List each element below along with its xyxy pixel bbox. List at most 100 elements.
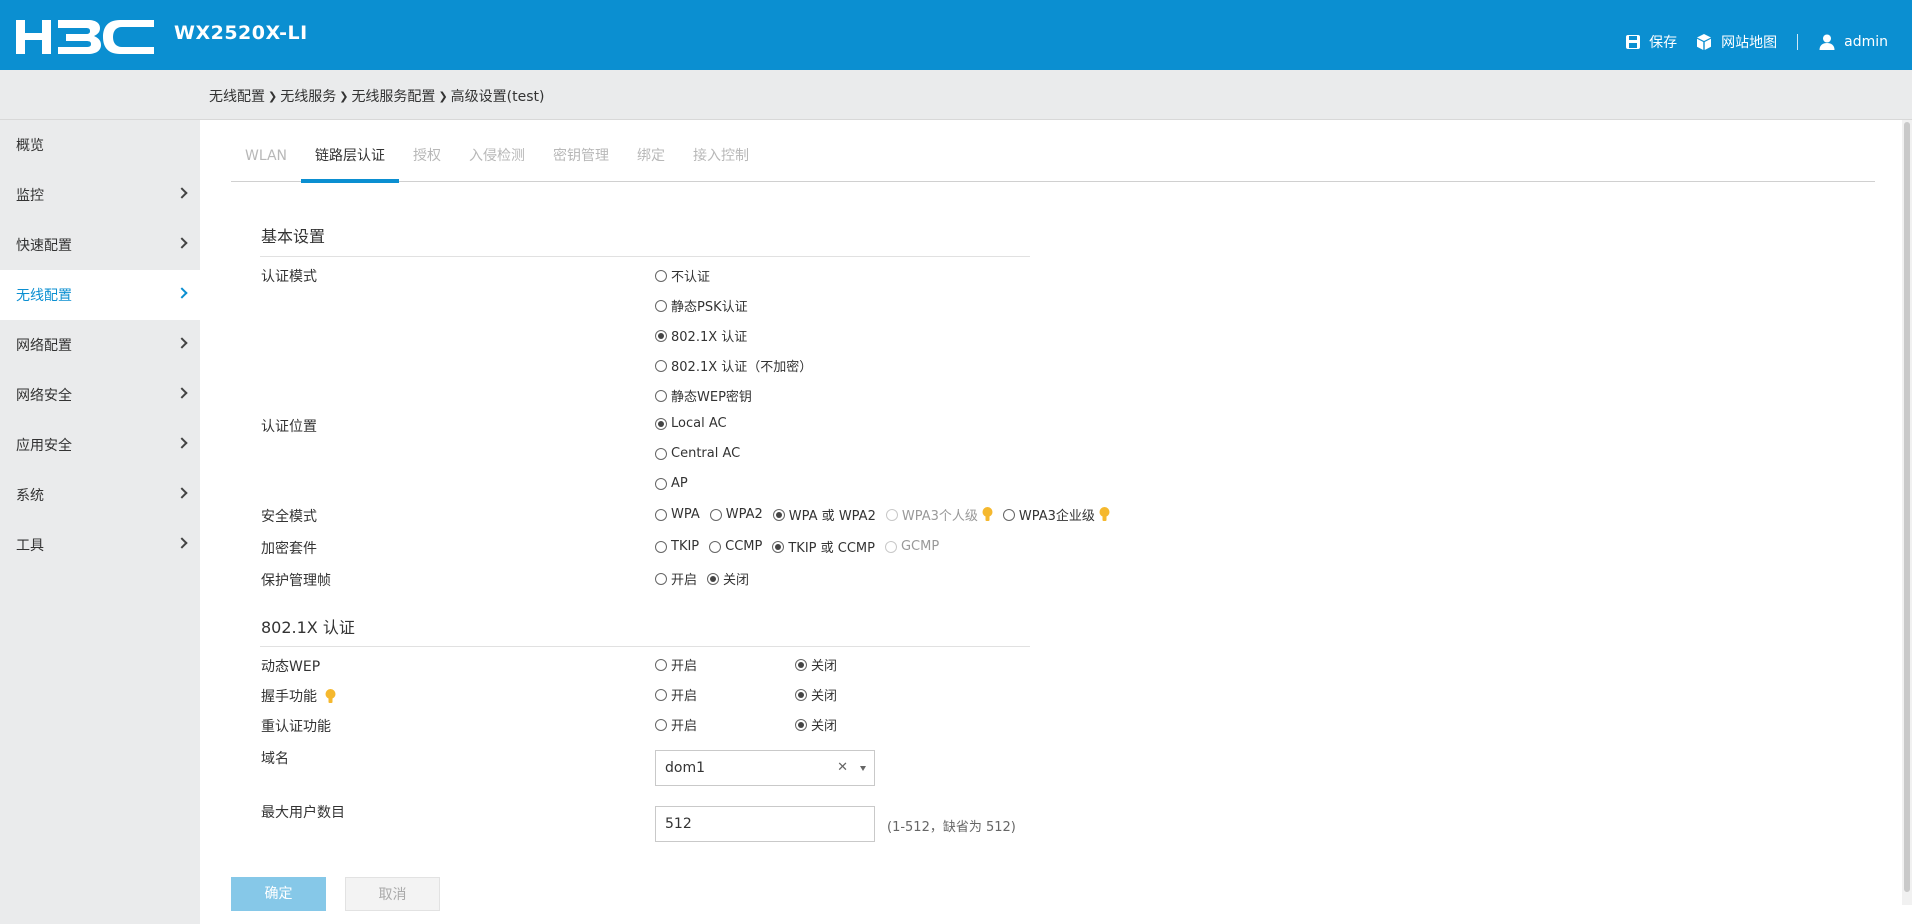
breadcrumb-current: 高级设置(test) [450, 89, 545, 105]
security-mode-wpa2-radio[interactable]: WPA2 [709, 507, 763, 522]
reauth-on-radio[interactable]: 开启 [655, 715, 785, 734]
option-label: 802.1X 认证（不加密） [671, 360, 813, 375]
sidebar-item-system[interactable]: 系统 [0, 470, 200, 520]
max-users-label: 最大用户数目 [261, 805, 345, 821]
sidebar-item-monitor[interactable]: 监控 [0, 170, 200, 220]
radio-icon [1002, 508, 1015, 521]
lightbulb-tip-icon[interactable] [982, 507, 993, 522]
auth-mode-none-radio[interactable]: 不认证 [655, 266, 710, 285]
chevron-right-icon [176, 487, 188, 499]
sidebar-item-network[interactable]: 网络配置 [0, 320, 200, 370]
cancel-button[interactable]: 取消 [345, 877, 440, 911]
security-mode-wpa-radio[interactable]: WPA [655, 507, 700, 522]
section-title-dot1x: 802.1X 认证 [261, 618, 355, 637]
chevron-right-icon [176, 537, 188, 549]
option-label: WPA2 [725, 507, 763, 522]
breadcrumb-item[interactable]: 无线服务配置 [351, 86, 435, 106]
radio-checked-icon [795, 658, 807, 671]
handshake-label: 握手功能 [261, 686, 336, 706]
radio-icon [885, 508, 898, 521]
sidebar-item-network-security[interactable]: 网络安全 [0, 370, 200, 420]
option-label: WPA [671, 507, 700, 522]
sidebar-item-overview[interactable]: 概览 [0, 120, 200, 170]
header-divider [1797, 34, 1799, 50]
radio-checked-icon [795, 718, 807, 731]
user-menu[interactable]: admin [1818, 33, 1888, 51]
sidebar-item-app-security[interactable]: 应用安全 [0, 420, 200, 470]
auth-location-central-radio[interactable]: Central AC [655, 446, 740, 461]
option-label: WPA3企业级 [1018, 509, 1095, 524]
option-label: Central AC [671, 446, 741, 461]
lightbulb-tip-icon[interactable] [1099, 507, 1110, 522]
chevron-right-icon [176, 387, 188, 399]
radio-icon [655, 718, 667, 731]
save-label: 保存 [1649, 35, 1678, 51]
section-title-basic: 基本设置 [261, 227, 326, 246]
option-label: 开启 [671, 689, 698, 704]
sitemap-button[interactable]: 网站地图 [1695, 32, 1777, 52]
save-button[interactable]: 保存 [1625, 32, 1677, 52]
auth-mode-wep-radio[interactable]: 静态WEP密钥 [655, 386, 752, 405]
vertical-scrollbar[interactable] [1902, 120, 1912, 905]
security-mode-wpa-or-wpa2-radio[interactable]: WPA 或 WPA2 [772, 505, 876, 524]
cipher-tkip-or-ccmp-radio[interactable]: TKIP 或 CCMP [772, 537, 875, 556]
tab-link-auth[interactable]: 链路层认证 [301, 136, 400, 183]
breadcrumb: 无线配置 ❯ 无线服务 ❯ 无线服务配置 ❯ 高级设置(test) [209, 86, 544, 106]
auth-mode-label: 认证模式 [261, 269, 317, 285]
handshake-on-radio[interactable]: 开启 [655, 685, 785, 704]
security-mode-wpa3-enterprise-radio[interactable]: WPA3企业级 [1002, 505, 1110, 524]
auth-mode-dot1x-noencrypt-radio[interactable]: 802.1X 认证（不加密） [655, 356, 812, 375]
auth-location-local-radio[interactable]: Local AC [655, 416, 727, 431]
option-label: GCMP [900, 539, 940, 554]
sidebar-item-label: 工具 [16, 538, 44, 554]
chevron-right-icon [176, 287, 188, 299]
radio-checked-icon [655, 329, 667, 342]
breadcrumb-item[interactable]: 无线配置 [209, 86, 265, 106]
scrollbar-thumb[interactable] [1904, 122, 1910, 892]
domain-select[interactable]: dom1 ✕ [655, 750, 875, 786]
lightbulb-tip-icon[interactable] [325, 688, 336, 704]
dynamic-wep-on-radio[interactable]: 开启 [655, 655, 785, 674]
tab-wlan[interactable]: WLAN [231, 136, 301, 182]
reauth-off-radio[interactable]: 关闭 [795, 715, 837, 734]
option-label: AP [671, 476, 688, 491]
clear-icon[interactable]: ✕ [837, 751, 848, 785]
section-divider [260, 256, 1030, 257]
tab-authorization[interactable]: 授权 [399, 136, 455, 182]
sidebar-item-quick-setup[interactable]: 快速配置 [0, 220, 200, 270]
option-label: Local AC [671, 416, 727, 431]
sidebar-item-label: 监控 [16, 188, 44, 204]
sidebar-item-wireless[interactable]: 无线配置 [0, 270, 200, 320]
radio-checked-icon [707, 572, 720, 585]
tab-access-control[interactable]: 接入控制 [679, 136, 763, 182]
cipher-tkip-radio[interactable]: TKIP [655, 539, 699, 554]
radio-icon [655, 269, 667, 282]
chevron-down-icon[interactable] [860, 766, 866, 771]
tab-binding[interactable]: 绑定 [623, 136, 679, 182]
sidebar-item-tools[interactable]: 工具 [0, 520, 200, 570]
breadcrumb-item[interactable]: 无线服务 [280, 86, 336, 106]
auth-mode-dot1x-radio[interactable]: 802.1X 认证 [655, 326, 747, 345]
section-divider [260, 646, 1030, 647]
radio-icon [655, 389, 667, 402]
cipher-ccmp-radio[interactable]: CCMP [709, 539, 762, 554]
domain-select-value: dom1 [665, 760, 705, 776]
dynamic-wep-off-radio[interactable]: 关闭 [795, 655, 837, 674]
ok-button[interactable]: 确定 [231, 877, 326, 911]
main-content: WLAN 链路层认证 授权 入侵检测 密钥管理 绑定 接入控制 基本设置 认证模… [200, 120, 1902, 924]
auth-mode-psk-radio[interactable]: 静态PSK认证 [655, 296, 748, 315]
radio-icon [884, 540, 897, 553]
option-label: WPA3个人级 [901, 509, 978, 524]
tab-key-management[interactable]: 密钥管理 [539, 136, 623, 182]
tab-intrusion-detection[interactable]: 入侵检测 [455, 136, 539, 182]
auth-location-ap-radio[interactable]: AP [655, 476, 688, 491]
radio-icon [655, 572, 667, 585]
pmf-off-radio[interactable]: 关闭 [707, 569, 749, 588]
handshake-off-radio[interactable]: 关闭 [795, 685, 837, 704]
max-users-input[interactable] [655, 806, 875, 842]
pmf-on-radio[interactable]: 开启 [655, 569, 697, 588]
chevron-right-icon [176, 337, 188, 349]
radio-icon [709, 508, 722, 521]
option-label: TKIP [671, 539, 700, 554]
option-label: TKIP 或 CCMP [788, 541, 875, 556]
